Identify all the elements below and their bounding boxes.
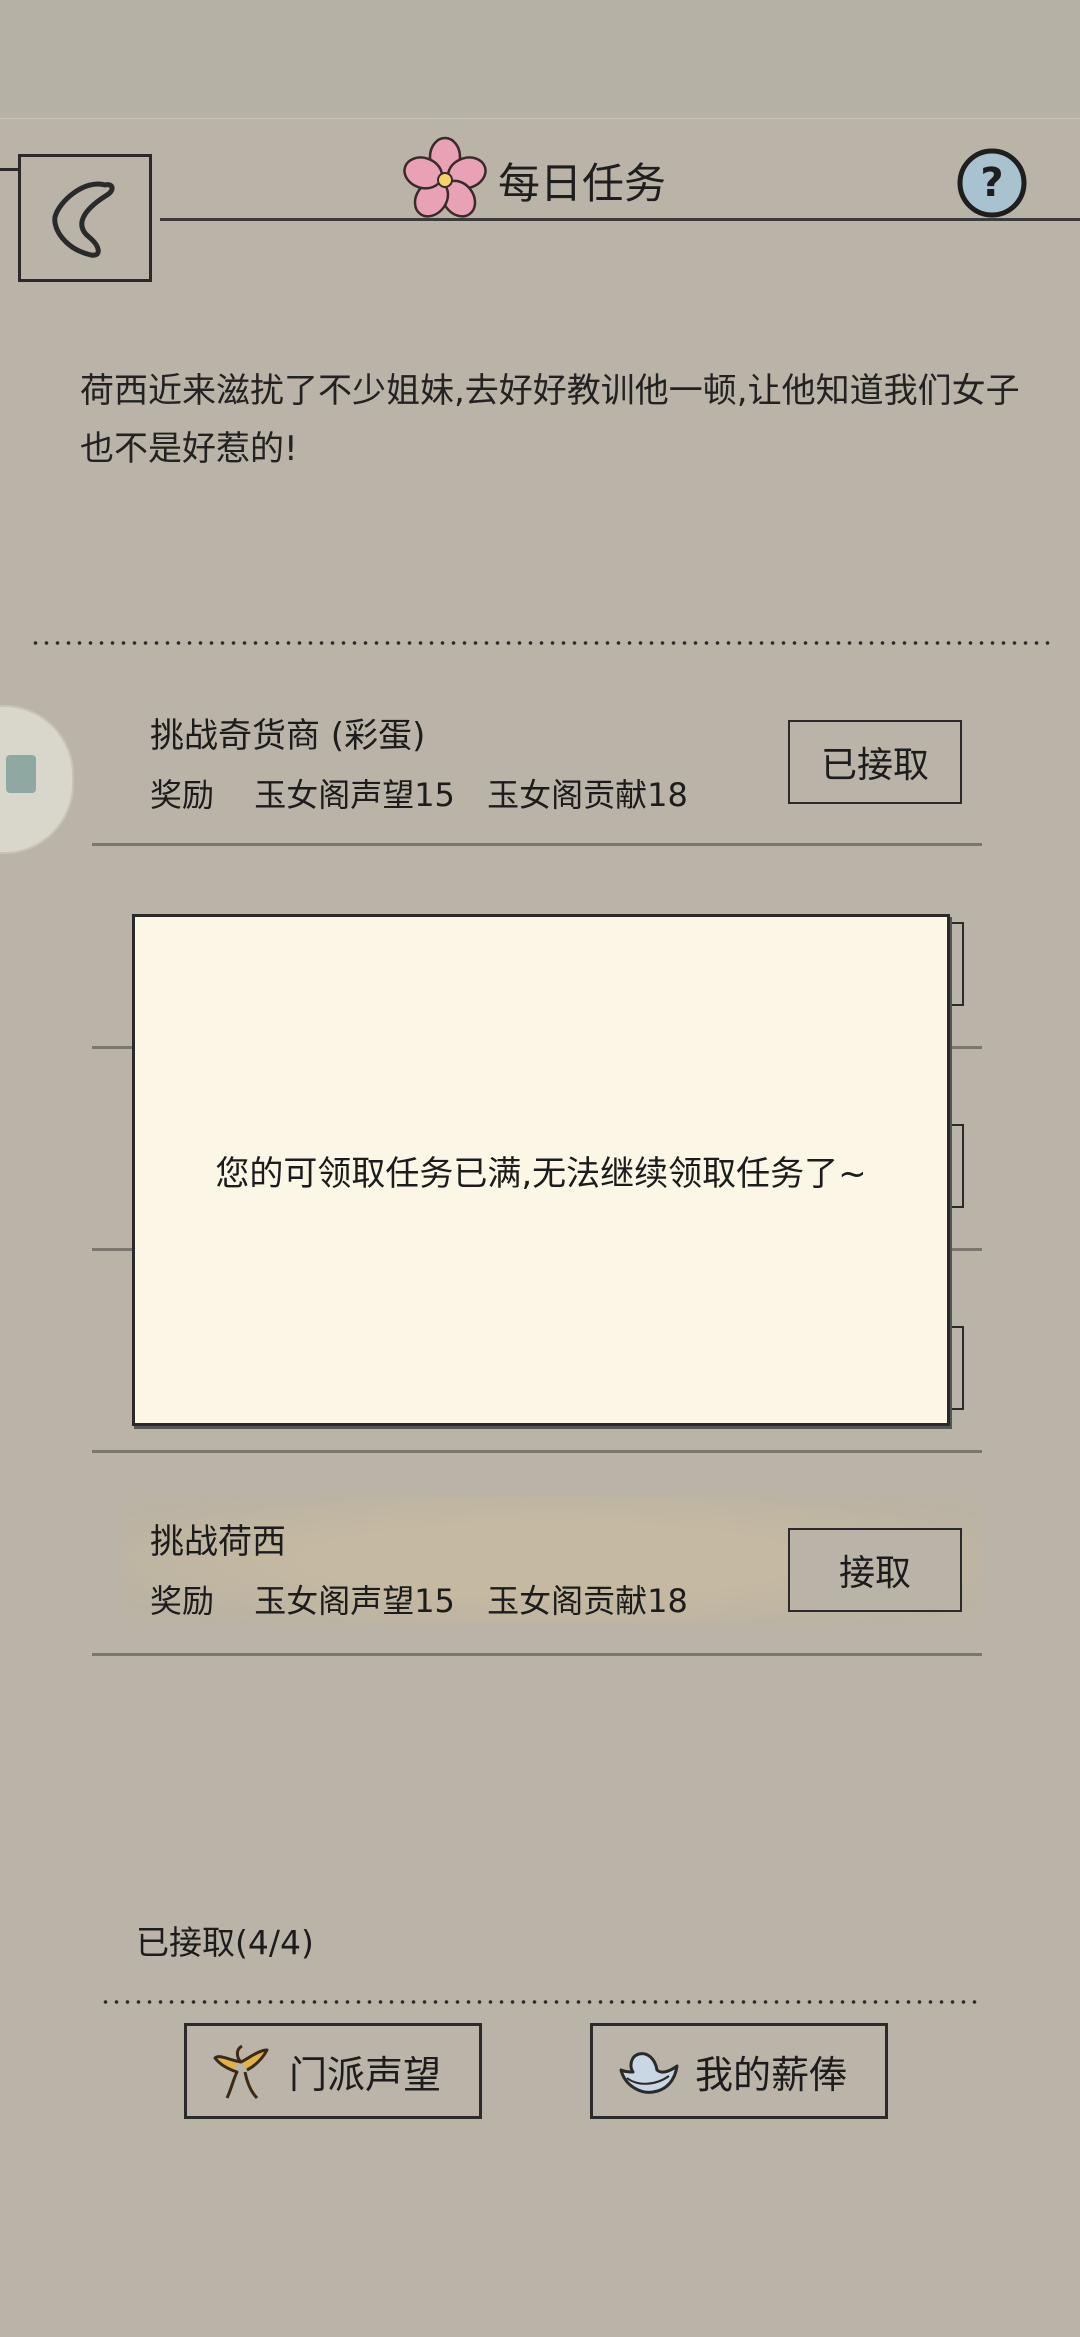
row-separator	[92, 843, 982, 846]
reward-label: 奖励	[150, 776, 215, 814]
title-group: 每日任务	[400, 130, 666, 230]
task-description: 荷西近来滋扰了不少姐妹,去好好教训他一顿,让他知道我们女子也不是好惹的!	[80, 371, 1020, 469]
task-accepted-button[interactable]: 已接取	[788, 720, 962, 804]
reward-item: 玉女阁声望15	[254, 1582, 455, 1620]
bird-icon	[213, 2044, 269, 2100]
reward-item: 玉女阁贡献18	[487, 776, 688, 814]
svg-text:?: ?	[980, 160, 1003, 206]
side-tab[interactable]	[0, 705, 74, 854]
status-bar-area	[0, 0, 1080, 119]
sect-reputation-label: 门派声望	[289, 2052, 442, 2097]
row-separator	[92, 1450, 982, 1453]
back-button[interactable]	[18, 154, 152, 282]
dialog-message: 您的可领取任务已满,无法继续领取任务了~	[215, 1153, 867, 1194]
back-button-hook	[0, 168, 18, 171]
task-title: 挑战荷西	[150, 1522, 286, 1562]
accepted-count: 已接取(4/4)	[136, 1923, 314, 1962]
my-salary-label: 我的薪俸	[695, 2052, 848, 2097]
back-arrow-icon	[52, 181, 115, 258]
page-title: 每日任务	[498, 158, 667, 208]
header: 每日任务 ?	[0, 118, 1080, 318]
notice-dialog[interactable]: 您的可领取任务已满,无法继续领取任务了~	[132, 914, 950, 1426]
reward-item: 玉女阁声望15	[254, 776, 455, 814]
side-tab-icon	[6, 755, 36, 793]
flower-icon	[403, 136, 487, 218]
task-reward: 奖励 玉女阁声望15 玉女阁贡献18	[150, 1576, 710, 1622]
dotted-divider-top	[30, 641, 1050, 645]
my-salary-button[interactable]: 我的薪俸	[590, 2023, 888, 2119]
ingot-icon	[619, 2052, 679, 2094]
dotted-divider-bottom	[100, 2000, 980, 2004]
sect-reputation-button[interactable]: 门派声望	[184, 2023, 482, 2119]
task-accept-button[interactable]: 接取	[788, 1528, 962, 1612]
row-separator	[92, 1653, 982, 1656]
reward-item: 玉女阁贡献18	[487, 1582, 688, 1620]
task-reward: 奖励 玉女阁声望15 玉女阁贡献18	[150, 770, 710, 816]
reward-label: 奖励	[150, 1582, 215, 1620]
task-title: 挑战奇货商 (彩蛋)	[150, 716, 426, 756]
help-icon[interactable]: ?	[955, 146, 1029, 220]
